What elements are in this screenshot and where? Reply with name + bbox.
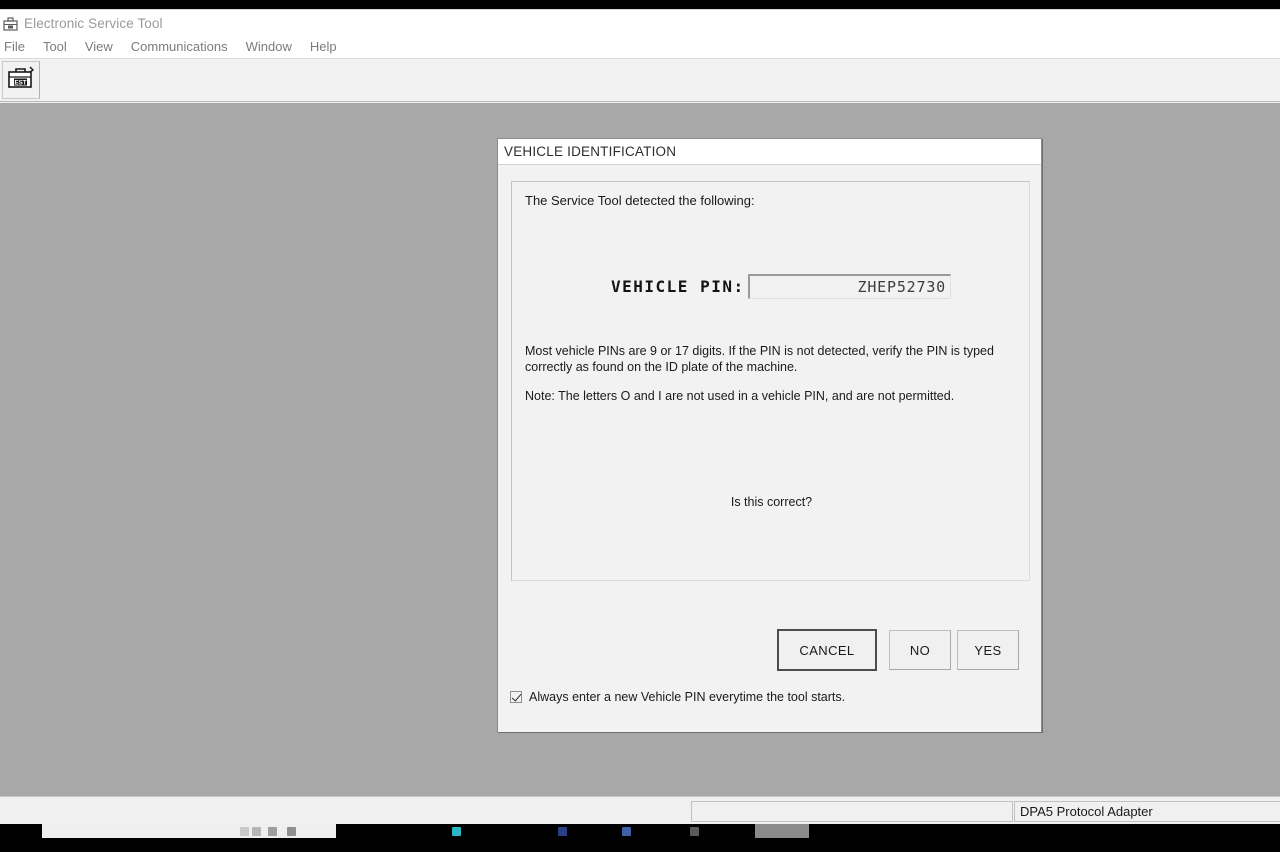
menu-item-file[interactable]: File	[0, 37, 34, 57]
detection-group-panel: The Service Tool detected the following:…	[511, 181, 1030, 581]
pin-letters-note-text: Note: The letters O and I are not used i…	[525, 389, 955, 403]
window-title: Electronic Service Tool	[24, 15, 163, 31]
taskbar-active-item[interactable]	[755, 824, 809, 838]
taskbar	[0, 824, 1280, 852]
status-panel-left	[691, 801, 1013, 822]
taskbar-icon-1[interactable]	[240, 827, 249, 836]
pin-digits-help-text: Most vehicle PINs are 9 or 17 digits. If…	[525, 344, 994, 374]
always-enter-pin-row[interactable]: Always enter a new Vehicle PIN everytime…	[510, 690, 845, 704]
toolbar: EST	[0, 59, 1280, 102]
confirm-question: Is this correct?	[730, 495, 813, 509]
window-titlebar: Electronic Service Tool	[0, 10, 1280, 36]
taskbar-icon-8[interactable]	[690, 827, 699, 836]
taskbar-icon-3[interactable]	[268, 827, 277, 836]
vehicle-pin-row: VEHICLE PIN: ZHEP52730	[512, 274, 1029, 308]
no-button[interactable]: NO	[889, 630, 951, 670]
screen: Electronic Service Tool File Tool View C…	[0, 0, 1280, 852]
vehicle-identification-dialog: VEHICLE IDENTIFICATION The Service Tool …	[497, 138, 1042, 732]
top-black-strip	[0, 0, 1280, 9]
cancel-button[interactable]: CANCEL	[777, 629, 877, 671]
toolbox-icon	[2, 15, 19, 32]
menu-item-tool[interactable]: Tool	[34, 37, 76, 57]
detected-label: The Service Tool detected the following:	[525, 193, 755, 208]
taskbar-icon-6[interactable]	[558, 827, 567, 836]
taskbar-icon-2[interactable]	[252, 827, 261, 836]
taskbar-icon-5[interactable]	[452, 827, 461, 836]
dialog-body: The Service Tool detected the following:…	[498, 165, 1041, 732]
taskbar-icon-7[interactable]	[622, 827, 631, 836]
dialog-titlebar: VEHICLE IDENTIFICATION	[498, 139, 1041, 165]
vehicle-pin-input[interactable]: ZHEP52730	[748, 274, 951, 299]
taskbar-icon-4[interactable]	[287, 827, 296, 836]
est-toolbox-button[interactable]: EST	[2, 61, 40, 99]
menu-item-help[interactable]: Help	[301, 37, 346, 57]
yes-button[interactable]: YES	[957, 630, 1019, 670]
application-window: Electronic Service Tool File Tool View C…	[0, 9, 1280, 824]
vehicle-pin-label: VEHICLE PIN:	[611, 277, 745, 296]
status-panel-adapter: DPA5 Protocol Adapter	[1014, 801, 1280, 822]
menu-item-window[interactable]: Window	[237, 37, 301, 57]
statusbar: DPA5 Protocol Adapter	[0, 796, 1280, 824]
menu-item-view[interactable]: View	[76, 37, 122, 57]
est-toolbox-icon: EST	[6, 64, 36, 97]
taskbar-strip	[0, 824, 1280, 838]
svg-text:EST: EST	[14, 79, 26, 86]
always-enter-pin-checkbox[interactable]	[510, 691, 522, 703]
protocol-adapter-text: DPA5 Protocol Adapter	[1020, 804, 1153, 819]
always-enter-pin-label: Always enter a new Vehicle PIN everytime…	[529, 690, 846, 704]
dialog-button-row: CANCEL NO YES	[498, 629, 1019, 671]
vehicle-pin-value: ZHEP52730	[857, 278, 946, 296]
menu-item-communications[interactable]: Communications	[122, 37, 237, 57]
dialog-title: VEHICLE IDENTIFICATION	[504, 144, 677, 159]
menubar: File Tool View Communications Window Hel…	[0, 36, 1280, 59]
